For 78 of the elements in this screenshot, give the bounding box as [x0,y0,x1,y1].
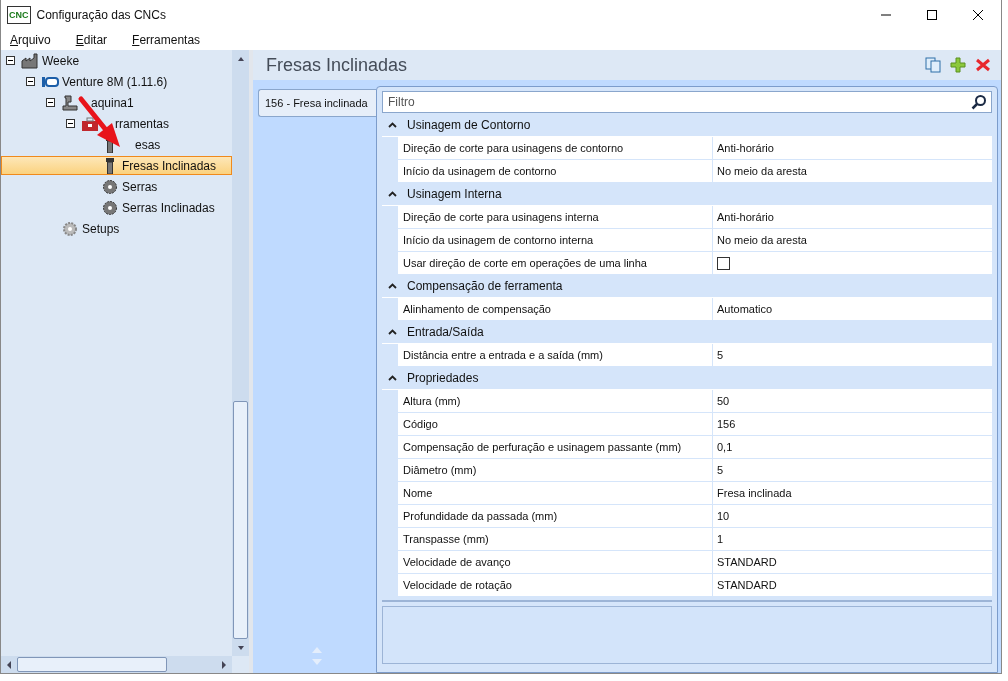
property-value[interactable]: 5 [717,349,724,361]
tree-item[interactable]: Weeke [1,51,232,70]
scroll-left-icon[interactable] [5,659,13,670]
tree-item[interactable]: Serras Inclinadas [1,198,232,217]
vertical-scrollbar[interactable] [232,50,249,656]
property-name: Compensação de perfuração e usinagem passante (mm) [403,441,682,453]
property-name: Velocidade de avanço [403,556,511,568]
property-name: Código [403,418,438,430]
press-icon [61,94,79,111]
collapse-caret-icon[interactable] [388,375,397,381]
selected-tree-item[interactable]: Fresas Inclinadas [1,156,232,175]
property-value[interactable]: Fresa inclinada [717,487,792,499]
checkbox[interactable] [717,256,730,270]
menu-item[interactable]: Arquivo [1,33,57,47]
tree-item[interactable]: Setups [1,219,232,238]
menu-item[interactable]: Ferramentas [123,33,207,47]
property-value[interactable]: 1 [717,533,724,545]
tree-item[interactable]: rramentas [1,114,232,133]
category-header: Propriedades [407,371,479,385]
app-logo: CNC [7,6,31,24]
collapse-toggle-icon[interactable] [66,119,75,128]
property-value[interactable]: 156 [717,418,736,430]
scroll-right-icon[interactable] [220,659,228,670]
collapse-caret-icon[interactable] [388,191,397,197]
factory-icon [21,52,39,69]
search-icon[interactable] [971,94,987,110]
category-header: Compensação de ferramenta [407,279,563,293]
property-value[interactable]: 5 [717,464,724,476]
property-name: Direção de corte para usinagens interna [403,211,599,223]
property-name: Velocidade de rotação [403,579,512,591]
property-value[interactable]: STANDARD [717,556,777,568]
property-value[interactable]: STANDARD [717,579,777,591]
property-name: Usar direção de corte em operações de uma linha [403,257,647,269]
collapse-toggle-icon[interactable] [26,77,35,86]
horizontal-scrollbar[interactable] [1,656,232,673]
saw-blade-icon [101,178,119,195]
property-name: Nome [403,487,433,499]
property-value[interactable]: No meio da aresta [717,165,807,177]
property-name: Início da usinagem de contorno interna [403,234,594,246]
property-name: Alinhamento de compensação [403,303,551,315]
copy-icon[interactable] [925,57,941,73]
collapse-toggle-icon[interactable] [46,98,55,107]
tool-tab[interactable]: 156 - Fresa inclinada [258,89,376,117]
gear-icon [61,220,79,237]
property-value[interactable]: 50 [717,395,730,407]
tree-item[interactable]: Venture 8M (1.11.6) [1,72,232,91]
property-value[interactable]: No meio da aresta [717,234,807,246]
property-name: Diâmetro (mm) [403,464,477,476]
property-value[interactable]: Anti-horário [717,211,774,223]
filter-field[interactable]: Filtro [382,91,992,113]
category-header: Entrada/Saída [407,325,484,339]
collapse-caret-icon[interactable] [388,122,397,128]
category-header: Usinagem de Contorno [407,118,531,132]
toolbox-icon [81,115,99,132]
property-name: Início da usinagem de contorno [403,165,557,177]
delete-icon[interactable] [975,57,991,73]
collapse-caret-icon[interactable] [388,283,397,289]
maximize-icon[interactable] [927,10,937,20]
property-value[interactable]: Automatico [717,303,773,315]
close-icon[interactable] [973,10,983,20]
add-icon[interactable] [950,57,966,73]
property-value[interactable]: Anti-horário [717,142,774,154]
tree-item[interactable]: aquina1 [1,93,232,112]
collapse-toggle-icon[interactable] [6,56,15,65]
category-header: Usinagem Interna [407,187,502,201]
property-name: Distância entre a entrada e a saída (mm) [403,349,603,361]
property-name: Altura (mm) [403,395,461,407]
property-value[interactable]: 0,1 [717,441,733,453]
collapse-caret-icon[interactable] [388,329,397,335]
property-value[interactable]: 10 [717,510,730,522]
property-name: Profundidade da passada (mm) [403,510,558,522]
menu-item[interactable]: Editar [66,33,114,47]
property-name: Transpasse (mm) [403,533,489,545]
tree-item[interactable]: Serras [1,177,232,196]
property-name: Direção de corte para usinagens de contorno [403,142,624,154]
page-heading: Fresas Inclinadas [266,54,408,76]
saw-blade-icon [101,199,119,216]
window-title: Configuração das CNCs [36,8,166,22]
